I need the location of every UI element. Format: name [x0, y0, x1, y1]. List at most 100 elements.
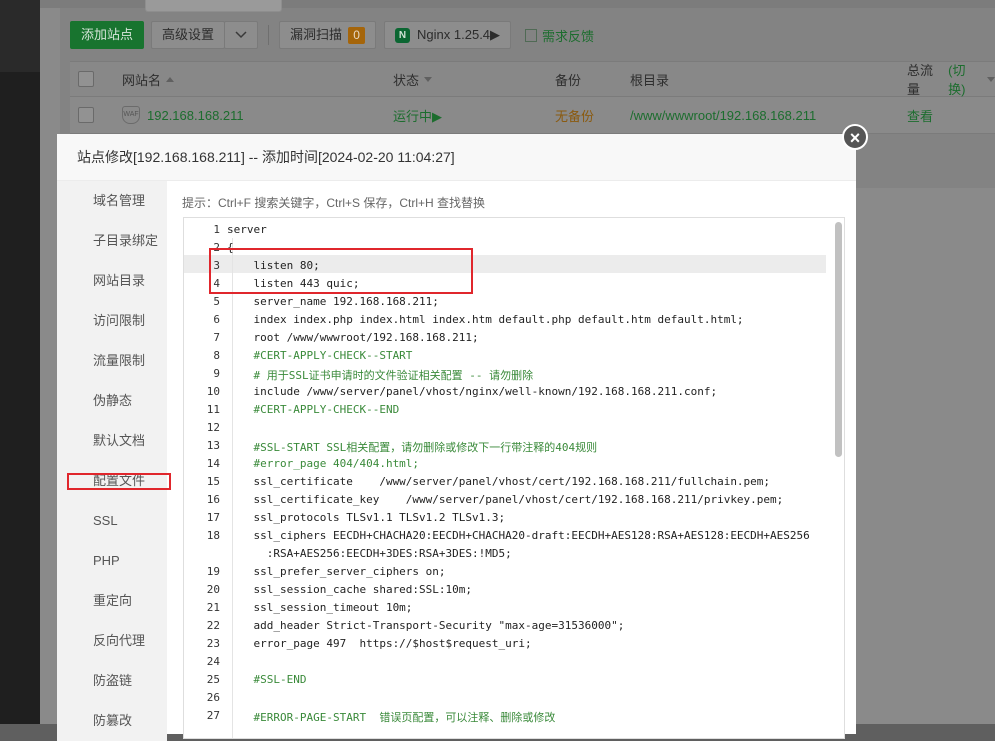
editor-scrollbar[interactable] [835, 222, 842, 457]
tab-traffic-limit[interactable]: 流量限制 [57, 341, 167, 381]
line-number: 14 [206, 457, 220, 470]
annotation-box-listen [209, 248, 473, 294]
site-name-link[interactable]: 192.168.168.211 [147, 108, 244, 123]
site-status[interactable]: 运行中▶ [393, 97, 442, 133]
line-number: 9 [213, 367, 220, 380]
vuln-scan-button[interactable]: 漏洞扫描 0 [279, 21, 377, 49]
vuln-count-badge: 0 [348, 26, 366, 44]
code-line: ssl_prefer_server_ciphers on; [227, 565, 446, 578]
tab-rewrite[interactable]: 伪静态 [57, 381, 167, 421]
select-all-checkbox[interactable] [78, 71, 94, 87]
col-traffic-label: 总流量 [907, 63, 934, 97]
sort-desc-icon [987, 76, 995, 82]
vuln-scan-label: 漏洞扫描 [290, 27, 343, 42]
col-backup: 备份 [555, 62, 581, 96]
line-number: 15 [206, 475, 220, 488]
feedback-link[interactable]: 需求反馈 [525, 26, 594, 45]
nginx-icon: N [395, 27, 411, 43]
line-number: 16 [206, 493, 220, 506]
line-number: 8 [213, 349, 220, 362]
advanced-dropdown-button[interactable] [224, 21, 259, 49]
code-line: #CERT-APPLY-CHECK--START [227, 349, 413, 362]
code-line: ssl_session_cache shared:SSL:10m; [227, 583, 473, 596]
line-number: 13 [206, 439, 220, 452]
code-line: ssl_certificate /www/server/panel/vhost/… [227, 475, 771, 488]
site-table: 网站名 状态 备份 根目录 总流量 (切换) WAF 192.168.168.2… [70, 61, 995, 134]
tab-domain[interactable]: 域名管理 [57, 181, 167, 221]
tab-site-dir[interactable]: 网站目录 [57, 261, 167, 301]
waf-shield-icon[interactable]: WAF [122, 106, 140, 124]
sidebar-top [0, 0, 40, 72]
line-number: 26 [206, 691, 220, 704]
line-number: 23 [206, 637, 220, 650]
code-line: server_name 192.168.168.211; [227, 295, 439, 308]
col-name[interactable]: 网站名 [122, 62, 175, 96]
select-all-cell [78, 62, 94, 96]
tab-reverse-proxy[interactable]: 反向代理 [57, 621, 167, 661]
code-line: #CERT-APPLY-CHECK--END [227, 403, 400, 416]
modal-tab-list: 域名管理 子目录绑定 网站目录 访问限制 流量限制 伪静态 默认文档 配置文件 … [57, 181, 167, 741]
site-toolbar: 添加站点 高级设置 漏洞扫描 0 N Nginx 1.25.4▶ 需求反馈 [70, 20, 594, 50]
sort-desc-icon [424, 76, 433, 82]
tab-subdir-binding[interactable]: 子目录绑定 [57, 221, 167, 261]
line-number: 19 [206, 565, 220, 578]
col-traffic: 总流量 (切换) [907, 60, 995, 98]
add-site-button[interactable]: 添加站点 [70, 21, 145, 49]
feedback-label: 需求反馈 [542, 28, 595, 44]
line-number: 5 [213, 295, 220, 308]
code-line: root /www/wwwroot/192.168.168.211; [227, 331, 479, 344]
toolbar-divider [268, 25, 270, 45]
line-number: 10 [206, 385, 220, 398]
site-name-cell: WAF 192.168.168.211 [122, 97, 244, 133]
line-number: 7 [213, 331, 220, 344]
site-root-link[interactable]: /www/wwwroot/192.168.168.211 [630, 97, 816, 133]
nginx-button[interactable]: N Nginx 1.25.4▶ [384, 21, 512, 49]
close-modal-button[interactable]: × [842, 124, 868, 150]
code-line: ssl_certificate_key /www/server/panel/vh… [227, 493, 784, 506]
col-status-label: 状态 [393, 72, 420, 88]
code-line: # 用于SSL证书申请时的文件验证相关配置 -- 请勿删除 [227, 369, 534, 382]
line-number: 18 [206, 529, 220, 542]
chevron-down-icon [235, 31, 247, 39]
code-line: #error_page 404/404.html; [227, 457, 420, 470]
tab-hotlink[interactable]: 防盗链 [57, 661, 167, 701]
site-backup[interactable]: 无备份 [555, 97, 594, 133]
col-backup-label: 备份 [555, 72, 582, 88]
row-select-cell [78, 97, 94, 133]
code-line: index index.php index.html index.htm def… [227, 313, 744, 326]
tab-php[interactable]: PHP [57, 541, 167, 581]
line-number: 24 [206, 655, 220, 668]
tab-default-doc[interactable]: 默认文档 [57, 421, 167, 461]
config-code-editor[interactable]: 1 server 2{3 listen 80; 4 listen 443 quic; 5… [183, 217, 845, 739]
tab-access-limit[interactable]: 访问限制 [57, 301, 167, 341]
line-number: 25 [206, 673, 220, 686]
line-number: 22 [206, 619, 220, 632]
col-status[interactable]: 状态 [393, 62, 433, 96]
advanced-settings-button[interactable]: 高级设置 [151, 21, 226, 49]
line-number: 27 [206, 709, 220, 722]
col-name-label: 网站名 [122, 72, 162, 88]
dropdown-remnant [145, 0, 282, 12]
code-line: ssl_ciphers EECDH+CHACHA20:EECDH+CHACHA2… [227, 529, 810, 542]
line-number: 1 [213, 223, 220, 236]
code-line: include /www/server/panel/vhost/nginx/we… [227, 385, 718, 398]
site-traffic-link[interactable]: 查看 [907, 97, 933, 133]
modal-title: 站点修改[192.168.168.211] -- 添加时间[2024-02-20… [57, 134, 856, 181]
line-number: 20 [206, 583, 220, 596]
sort-asc-icon [166, 76, 175, 82]
col-root: 根目录 [630, 62, 669, 96]
code-line: #SSL-END [227, 673, 307, 686]
tab-ssl[interactable]: SSL [57, 501, 167, 541]
code-line: error_page 497 https://$host$request_uri… [227, 637, 532, 650]
traffic-switch-link[interactable]: (切换) [948, 60, 982, 98]
line-number: 21 [206, 601, 220, 614]
line-number: 17 [206, 511, 220, 524]
tab-redirect[interactable]: 重定向 [57, 581, 167, 621]
site-edit-modal: 站点修改[192.168.168.211] -- 添加时间[2024-02-20… [57, 134, 856, 741]
row-checkbox[interactable] [78, 107, 94, 123]
code-line: add_header Strict-Transport-Security "ma… [227, 619, 625, 632]
line-number: 11 [206, 403, 220, 416]
table-header: 网站名 状态 备份 根目录 总流量 (切换) [70, 61, 995, 97]
annotation-box-tab [67, 473, 171, 490]
tab-tamper-proof[interactable]: 防篡改 [57, 701, 167, 741]
